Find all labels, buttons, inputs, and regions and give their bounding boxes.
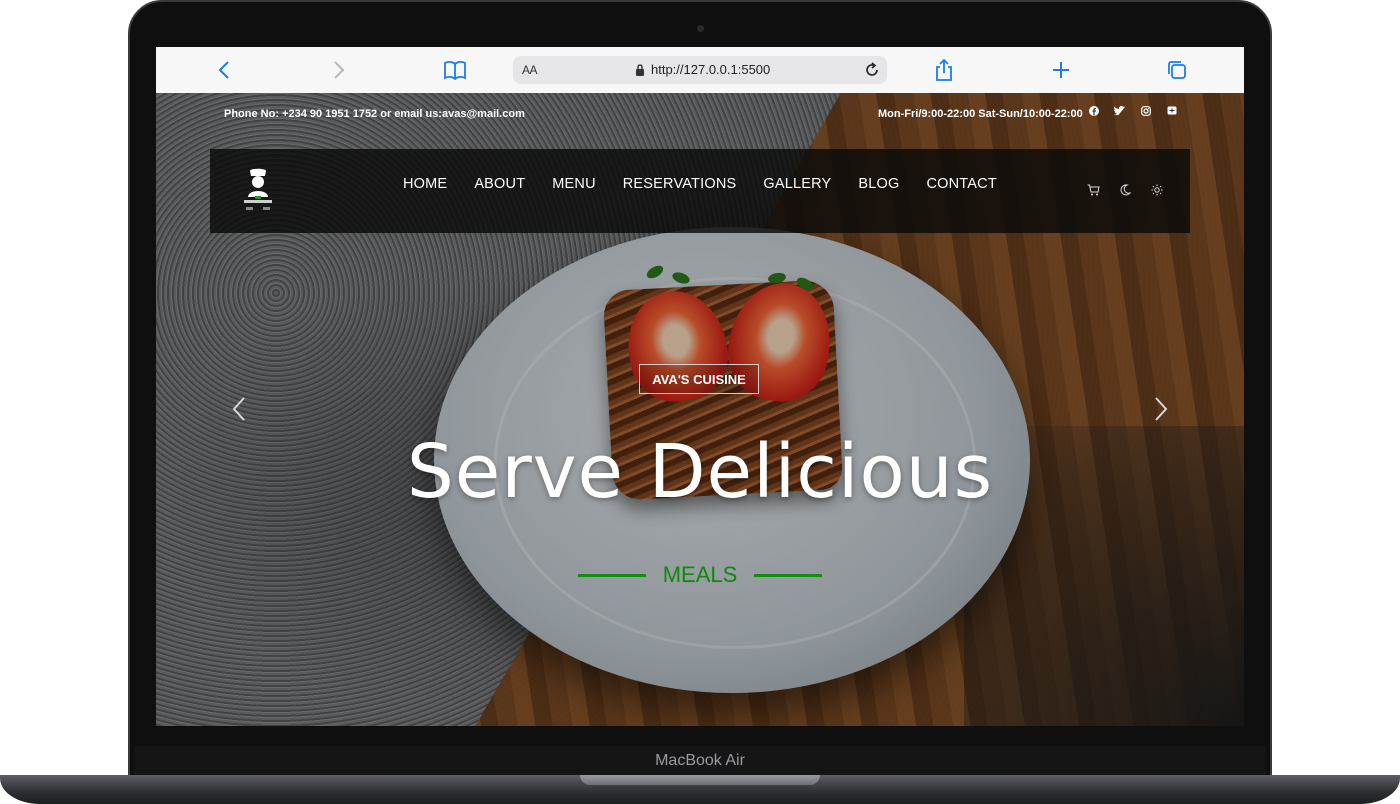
- laptop-notch: [580, 775, 820, 785]
- instagram-icon[interactable]: [1140, 105, 1151, 116]
- subtitle-line-left: [578, 573, 646, 577]
- nav-about[interactable]: ABOUT: [474, 176, 525, 192]
- webcam: [697, 25, 704, 32]
- forward-button[interactable]: [327, 58, 351, 82]
- tripadvisor-icon[interactable]: [1166, 105, 1177, 116]
- subtitle-text: MEALS: [662, 562, 738, 587]
- nav-blog[interactable]: BLOG: [858, 176, 899, 192]
- new-tab-icon[interactable]: [1049, 58, 1073, 82]
- back-button[interactable]: [212, 58, 236, 82]
- moon-icon[interactable]: [1118, 183, 1132, 197]
- cart-icon[interactable]: [1086, 183, 1100, 197]
- sun-icon[interactable]: [1150, 183, 1164, 197]
- main-navbar: HOME ABOUT MENU RESERVATIONS GALLERY BLO…: [210, 149, 1190, 233]
- brand-badge: AVA'S CUISINE: [639, 364, 759, 394]
- carousel-next-arrow[interactable]: [1152, 396, 1170, 422]
- share-icon[interactable]: [932, 58, 956, 82]
- nav-links: HOME ABOUT MENU RESERVATIONS GALLERY BLO…: [403, 176, 997, 192]
- lock-icon: [636, 63, 644, 76]
- nav-icons: [1086, 183, 1164, 197]
- facebook-icon[interactable]: [1088, 105, 1099, 116]
- carousel-prev-arrow[interactable]: [230, 396, 248, 422]
- opening-hours: Mon-Fri/9:00-22:00 Sat-Sun/10:00-22:00: [878, 108, 1083, 120]
- subtitle-line-right: [754, 573, 822, 577]
- twitter-icon[interactable]: [1114, 105, 1125, 116]
- browser-toolbar: AA http://127.0.0.1:5500: [156, 47, 1244, 94]
- address-bar[interactable]: AA http://127.0.0.1:5500: [513, 56, 887, 84]
- laptop-chin: MacBook Air: [134, 746, 1266, 776]
- nav-contact[interactable]: CONTACT: [926, 176, 996, 192]
- nav-gallery[interactable]: GALLERY: [763, 176, 831, 192]
- nav-home[interactable]: HOME: [403, 176, 447, 192]
- text-size-button[interactable]: AA: [522, 63, 538, 77]
- url-text: http://127.0.0.1:5500: [651, 62, 771, 77]
- hero-subtitle: MEALS: [578, 562, 822, 588]
- hero-headline: Serve Delicious: [406, 429, 994, 515]
- tabs-overview-icon[interactable]: [1165, 58, 1189, 82]
- web-page: Phone No: +234 90 1951 1752 or email us:…: [156, 93, 1244, 726]
- nav-menu[interactable]: MENU: [552, 176, 596, 192]
- device-label: MacBook Air: [655, 752, 745, 769]
- bookmarks-icon[interactable]: [443, 58, 467, 82]
- brand-logo[interactable]: [238, 167, 278, 213]
- screen: AA http://127.0.0.1:5500 Phone No: +234 …: [156, 47, 1244, 726]
- nav-reservations[interactable]: RESERVATIONS: [623, 176, 737, 192]
- contact-info: Phone No: +234 90 1951 1752 or email us:…: [224, 108, 525, 120]
- reload-icon[interactable]: [863, 61, 881, 79]
- social-links: [1088, 105, 1177, 116]
